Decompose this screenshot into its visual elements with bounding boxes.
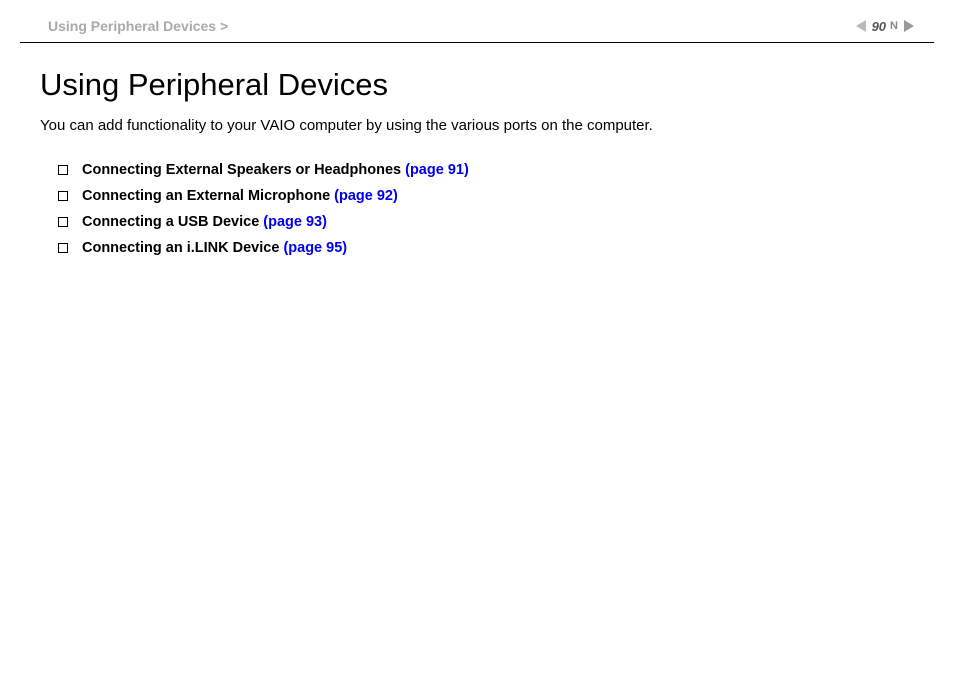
- intro-text: You can add functionality to your VAIO c…: [40, 117, 914, 134]
- page-ref-link[interactable]: (page 95): [283, 240, 347, 256]
- prev-page-icon[interactable]: [856, 20, 866, 32]
- next-page-icon[interactable]: [904, 20, 914, 32]
- page-header: Using Peripheral Devices > 90 N: [0, 0, 954, 42]
- topic-label: Connecting a USB Device: [82, 214, 259, 230]
- topic-label: Connecting an External Microphone: [82, 188, 330, 204]
- bullet-icon: [58, 191, 68, 201]
- page-ref-link[interactable]: (page 93): [263, 214, 327, 230]
- n-indicator: N: [890, 20, 898, 32]
- topic-item-ilink: Connecting an i.LINK Device (page 95): [58, 240, 914, 256]
- bullet-icon: [58, 217, 68, 227]
- bullet-icon: [58, 165, 68, 175]
- page-nav: 90 N: [856, 19, 914, 34]
- topic-item-microphone: Connecting an External Microphone (page …: [58, 188, 914, 204]
- topic-item-speakers: Connecting External Speakers or Headphon…: [58, 162, 914, 178]
- bullet-icon: [58, 243, 68, 253]
- page-ref-link[interactable]: (page 92): [334, 188, 398, 204]
- topic-label: Connecting External Speakers or Headphon…: [82, 162, 401, 178]
- page-number: 90: [872, 19, 886, 34]
- page-ref-link[interactable]: (page 91): [405, 162, 469, 178]
- topic-label: Connecting an i.LINK Device: [82, 240, 279, 256]
- page-title: Using Peripheral Devices: [40, 67, 914, 103]
- topic-item-usb: Connecting a USB Device (page 93): [58, 214, 914, 230]
- breadcrumb: Using Peripheral Devices >: [48, 18, 228, 34]
- page-content: Using Peripheral Devices You can add fun…: [0, 43, 954, 306]
- topic-list: Connecting External Speakers or Headphon…: [40, 162, 914, 256]
